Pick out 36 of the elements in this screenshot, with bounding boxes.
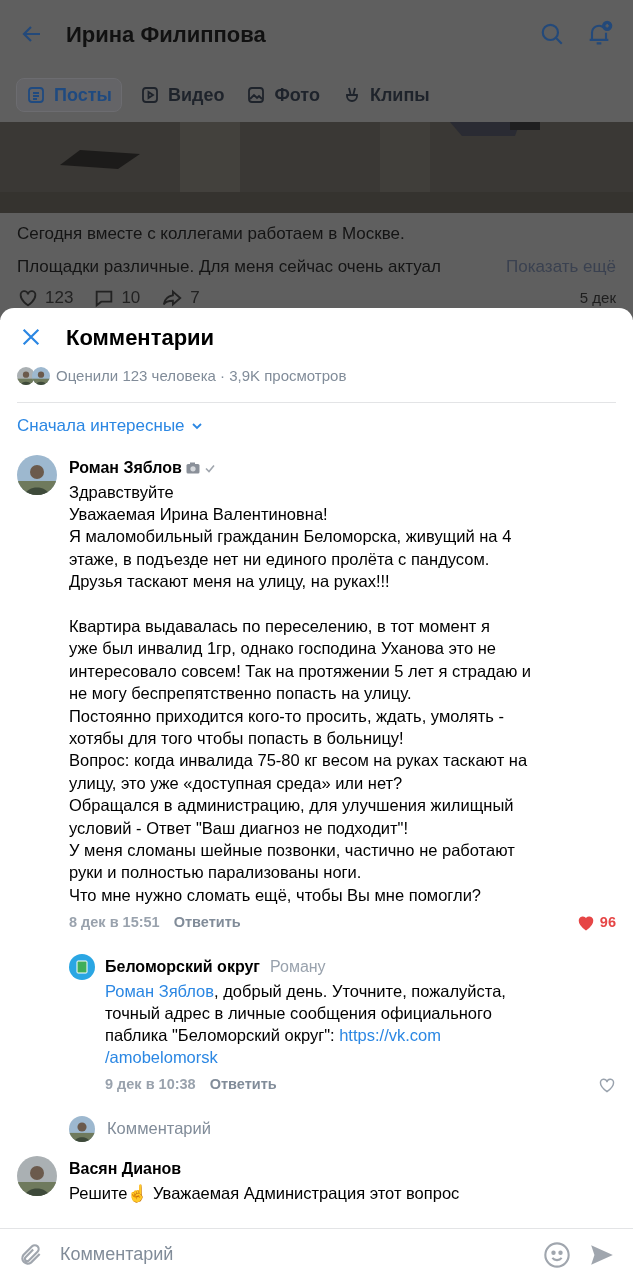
- reply-addressee: Роману: [270, 956, 326, 977]
- play-icon: [139, 85, 160, 105]
- sheet-title: Комментарии: [66, 323, 215, 352]
- comment-count: 10: [121, 287, 141, 309]
- reply-button[interactable]: Ответить: [209, 1073, 277, 1096]
- tab[interactable]: Видео: [135, 78, 229, 112]
- search-icon[interactable]: [539, 21, 565, 47]
- tab[interactable]: Фото: [242, 78, 324, 112]
- profile-title: Ирина Филиппова: [66, 20, 266, 49]
- image-icon: [246, 85, 267, 105]
- comment-input[interactable]: Комментарий: [60, 1241, 543, 1268]
- comment-author[interactable]: Васян Дианов: [69, 1156, 182, 1181]
- post-date: 5 дек: [579, 287, 616, 308]
- reply-prompt[interactable]: Комментарий: [107, 1116, 211, 1142]
- url-link[interactable]: /amobelomorsk: [105, 1047, 218, 1066]
- smile-icon[interactable]: [543, 1240, 571, 1269]
- post-text: Сегодня вместе с коллегами работаем в Москве.: [17, 223, 406, 245]
- like-count: 123: [45, 287, 74, 309]
- community-avatar-icon: [69, 953, 95, 980]
- tab[interactable]: Клипы: [337, 78, 434, 112]
- comment-date: 8 дек в 15:51: [69, 913, 160, 933]
- like-count: 96: [599, 913, 616, 933]
- document-icon: [26, 85, 46, 105]
- reply-button[interactable]: Ответить: [173, 912, 241, 934]
- reply-date: 9 дек в 10:38: [105, 1074, 196, 1094]
- likes-stats: Оценили 123 человека · 3,9K просмотров: [56, 365, 347, 386]
- share-count: 7: [190, 287, 200, 309]
- post-text: Площадки различные. Для меня сейчас очень актуал: [17, 256, 441, 278]
- reply-author[interactable]: Беломорский округ: [105, 954, 260, 979]
- sort-dropdown[interactable]: Сначала интересные: [17, 413, 203, 439]
- comment-text: Здравствуйте Уважаемая Ирина Валентиновна! Я маломобильный гражданин Беломорска, живущий на 4 этаже, в подъезде нет ни единого пролёта с пандусом. Друзья таскают меня на улицу, на руках!!! Квартира выдавалась по переселению, в тот момент я уже был инвалид 1гр, однако господина Уханова это не интересовало совсем! Так на протяжении 5 лет я страдаю и не могу беспрепятственно попасть на улицу. Постоянно приходится кого-то просить, ждать, умолять - хотябы для того чтобы попасть в больницу! Вопрос: когда инвалида 75-80 кг весом на руках таскают на улицу, это уже «доступная среда» или нет? Обращался в администрацию, для улучшения жилищный условий - Ответ "Ваш диагноз не подходит"! У меня сломаны шейные позвонки, частично не работают руки и полностью парализованы ноги. Что мне нужно сломать ещё, чтобы Вы мне помогли?: [69, 481, 533, 906]
- close-icon[interactable]: [20, 326, 42, 348]
- reply-text: Роман Зяблов, добрый день. Уточните, пожалуйста, точный адрес в личные сообщения официального паблика "Беломорский округ": https://vk.com /amobelomorsk: [105, 980, 507, 1068]
- url-link[interactable]: https://vk.com: [339, 1025, 441, 1044]
- comment-text: Решите☝ Уважаемая Администрация этот вопрос: [69, 1182, 461, 1205]
- comment-author[interactable]: Роман Зяблов: [69, 455, 182, 480]
